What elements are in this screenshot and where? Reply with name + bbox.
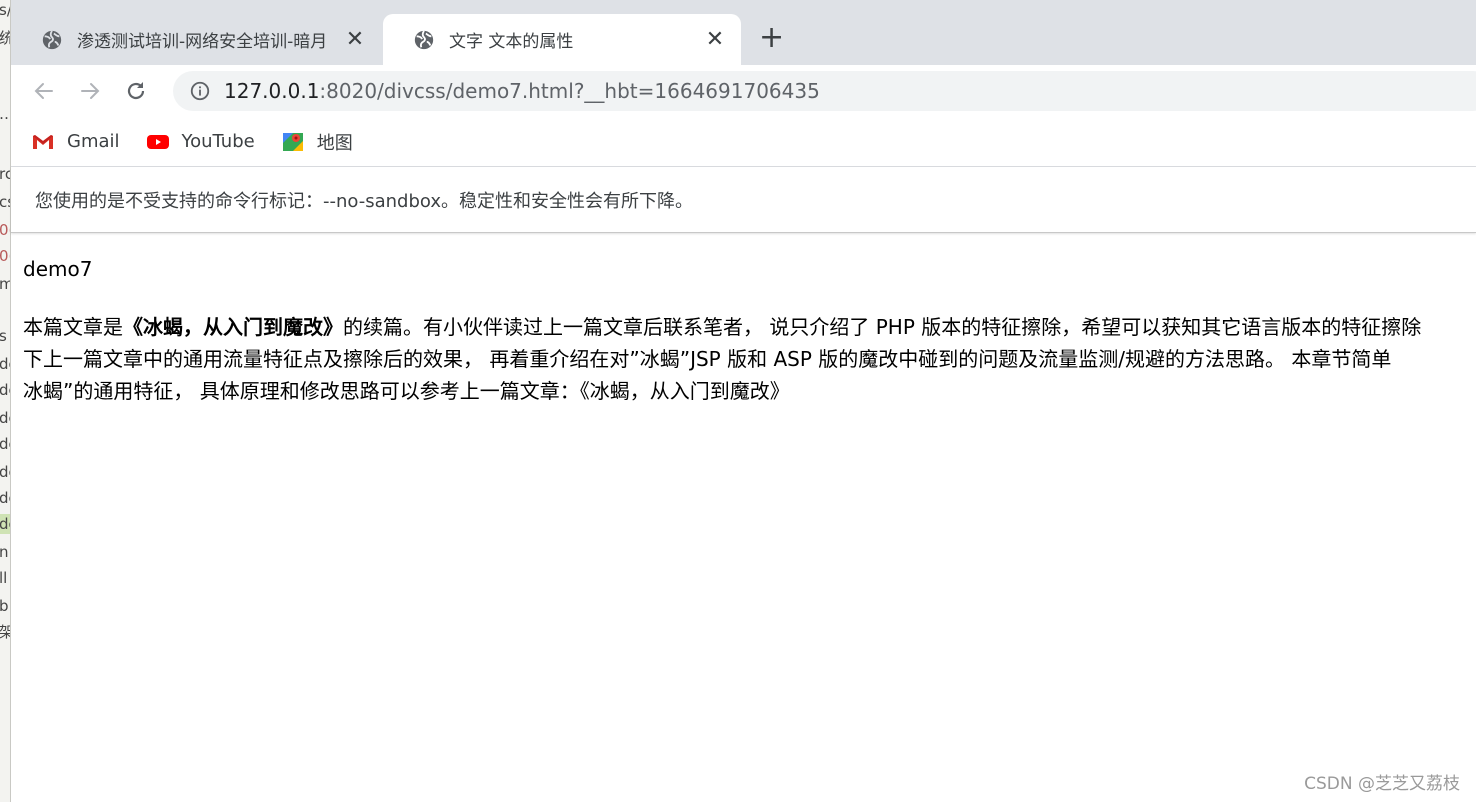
reload-button[interactable] (113, 71, 159, 111)
paragraph-text: 的续篇。有小伙伴读过上一篇文章后联系笔者， 说只介绍了 PHP 版本的特征擦除，… (343, 315, 1422, 339)
url-path: :8020/divcss/demo7.html?__hbt=1664691706… (319, 79, 820, 103)
ide-fragment: 0( (0, 220, 10, 240)
back-button[interactable] (21, 71, 67, 111)
ide-fragment: de (0, 462, 10, 482)
ide-side-panel: s/ 统 … rc cs 0( 0( m s de de de de de de… (0, 0, 11, 802)
ide-fragment: m (0, 274, 10, 294)
browser-window: 渗透测试培训-网络安全培训-暗月 ✕ 文字 文本的属性 ✕ + 127.0.0.… (11, 0, 1476, 802)
bookmark-label: 地图 (316, 132, 353, 154)
ide-fragment: de (0, 354, 10, 374)
bookmark-label: YouTube (181, 131, 255, 152)
globe-icon (42, 29, 62, 49)
sandbox-warning-infobar: 您使用的是不受支持的命令行标记：--no-sandbox。稳定性和安全性会有所下… (11, 167, 1476, 233)
ide-fragment: 架 (0, 622, 10, 642)
ide-fragment-selected: de (0, 514, 10, 534)
url-text: 127.0.0.1:8020/divcss/demo7.html?__hbt=1… (224, 79, 820, 103)
article-paragraph: 本篇文章是《冰蝎，从入门到魔改》的续篇。有小伙伴读过上一篇文章后联系笔者， 说只… (23, 311, 1476, 407)
bookmarks-bar: Gmail YouTube 地图 (11, 117, 1476, 167)
bookmark-youtube[interactable]: YouTube (146, 130, 255, 154)
bookmark-maps[interactable]: 地图 (281, 129, 353, 155)
arrow-right-icon (81, 83, 100, 99)
ide-fragment: s (0, 326, 7, 346)
ide-fragment: ll (0, 569, 8, 587)
ide-fragment: s/ (0, 0, 10, 20)
info-icon[interactable] (189, 80, 211, 102)
reload-icon (127, 82, 145, 100)
paragraph-line: 本篇文章是《冰蝎，从入门到魔改》的续篇。有小伙伴读过上一篇文章后联系笔者， 说只… (23, 311, 1476, 343)
ide-fragment: … (0, 104, 10, 124)
article-title-bold: 《冰蝎，从入门到魔改》 (123, 315, 343, 339)
ide-fragment: de (0, 434, 10, 454)
address-bar[interactable]: 127.0.0.1:8020/divcss/demo7.html?__hbt=1… (173, 71, 1476, 111)
ide-fragment: cs (0, 192, 10, 212)
infobar-message: 您使用的是不受支持的命令行标记：--no-sandbox。稳定性和安全性会有所下… (35, 190, 694, 212)
maps-icon (282, 132, 303, 151)
tab-strip: 渗透测试培训-网络安全培训-暗月 ✕ 文字 文本的属性 ✕ + (11, 0, 1476, 65)
url-host: 127.0.0.1 (224, 79, 320, 103)
forward-button[interactable] (67, 71, 113, 111)
ide-fragment: de (0, 380, 10, 400)
close-icon[interactable]: ✕ (703, 27, 727, 52)
youtube-icon (146, 134, 169, 149)
tab-active[interactable]: 文字 文本的属性 ✕ (383, 14, 741, 65)
ide-fragment: 0( (0, 246, 10, 266)
new-tab-plus-icon[interactable]: + (759, 23, 784, 53)
ide-fragment: n (0, 542, 9, 562)
paragraph-line: 冰蝎”的通用特征， 具体原理和修改思路可以参考上一篇文章：《冰蝎，从入门到魔改》 (23, 379, 790, 403)
browser-toolbar: 127.0.0.1:8020/divcss/demo7.html?__hbt=1… (11, 65, 1476, 117)
ide-fragment: de (0, 408, 10, 428)
page-content: demo7 本篇文章是《冰蝎，从入门到魔改》的续篇。有小伙伴读过上一篇文章后联系… (11, 233, 1476, 407)
tab-title: 文字 文本的属性 (449, 32, 574, 52)
ide-fragment: 统 (0, 28, 10, 48)
ide-fragment: b (0, 596, 9, 616)
bookmark-gmail[interactable]: Gmail (31, 130, 120, 154)
gmail-icon (33, 134, 53, 149)
paragraph-line: 下上一篇文章中的通用流量特征点及擦除后的效果， 再着重介绍在对”冰蝎”JSP 版… (23, 347, 1392, 371)
ide-fragment: rc (0, 164, 10, 184)
tab-inactive[interactable]: 渗透测试培训-网络安全培训-暗月 ✕ (11, 14, 381, 65)
csdn-watermark: CSDN @芝芝又荔枝 (1304, 774, 1460, 794)
ide-fragment: de (0, 488, 10, 508)
close-icon[interactable]: ✕ (343, 27, 367, 52)
paragraph-text: 本篇文章是 (23, 315, 123, 339)
bookmark-label: Gmail (67, 131, 120, 152)
page-heading: demo7 (23, 257, 93, 281)
tab-title: 渗透测试培训-网络安全培训-暗月 (77, 32, 328, 52)
arrow-left-icon (34, 83, 53, 99)
globe-icon (414, 29, 434, 49)
